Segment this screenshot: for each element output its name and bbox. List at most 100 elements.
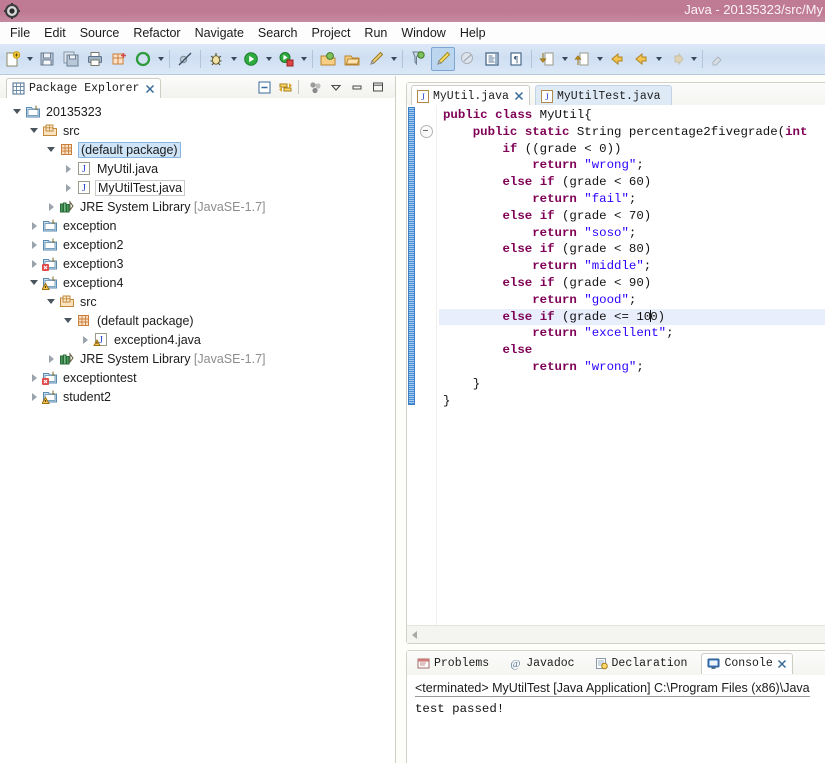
code-line[interactable]: return "soso"; [439,225,825,242]
tab-myutiltest-java[interactable]: J MyUtilTest.java [535,85,672,106]
code-line[interactable]: } [439,376,825,393]
next-annotation-icon[interactable] [536,48,558,70]
last-edit-location-dropdown-icon[interactable] [653,48,664,70]
save-icon[interactable] [36,48,58,70]
tree-item[interactable]: Jexception4.java [0,330,395,349]
twisty-collapsed-icon[interactable] [27,216,41,235]
twisty-collapsed-icon[interactable] [27,368,41,387]
search-icon[interactable] [407,48,429,70]
menu-edit[interactable]: Edit [37,25,73,41]
debug-dropdown-icon[interactable] [228,48,239,70]
tree-item[interactable]: exception3 [0,254,395,273]
run-dropdown-icon[interactable] [263,48,274,70]
new-wizard-dropdown-icon[interactable] [24,48,35,70]
code-line[interactable]: else if (grade < 90) [439,275,825,292]
twisty-collapsed-icon[interactable] [78,330,92,349]
next-annotation-dropdown-icon[interactable] [559,48,570,70]
tab-console[interactable]: Console [701,652,793,674]
editor-folding-gutter[interactable] [416,105,437,626]
twisty-expanded-icon[interactable] [44,140,58,159]
code-line[interactable]: else if (grade < 70) [439,208,825,225]
tree-item[interactable]: 20135323 [0,102,395,121]
menu-file[interactable]: File [3,25,37,41]
tree-item[interactable]: JRE System Library [JavaSE-1.7] [0,349,395,368]
source-code[interactable]: public class MyUtil{ public static Strin… [439,107,825,626]
collapse-all-icon[interactable] [255,78,273,96]
menu-project[interactable]: Project [305,25,358,41]
twisty-expanded-icon[interactable] [27,121,41,140]
tree-item[interactable]: student2 [0,387,395,406]
view-menu-icon[interactable] [327,78,345,96]
tab-javadoc[interactable]: @ Javadoc [503,652,584,674]
menu-source[interactable]: Source [73,25,127,41]
tree-item[interactable]: (default package) [0,140,395,159]
twisty-expanded-icon[interactable] [10,102,24,121]
code-line[interactable]: return "middle"; [439,258,825,275]
menu-refactor[interactable]: Refactor [126,25,187,41]
build-all-icon[interactable] [132,48,154,70]
code-line[interactable]: if ((grade < 0)) [439,141,825,158]
code-line[interactable]: else if (grade < 60) [439,174,825,191]
code-area[interactable]: public class MyUtil{ public static Strin… [407,105,825,626]
forward-dropdown-icon[interactable] [688,48,699,70]
last-edit-location-icon[interactable] [630,48,652,70]
tab-myutil-java[interactable]: J MyUtil.java [411,85,530,106]
menu-navigate[interactable]: Navigate [188,25,251,41]
minimize-icon[interactable] [348,78,366,96]
java-perspective-icon[interactable] [431,47,455,71]
code-line[interactable]: else if (grade < 80) [439,241,825,258]
open-task-icon[interactable] [341,48,363,70]
twisty-expanded-icon[interactable] [61,311,75,330]
new-wizard-icon[interactable] [1,48,23,70]
new-java-package-icon[interactable] [108,48,130,70]
menu-help[interactable]: Help [453,25,493,41]
code-line[interactable]: public static String percentage2fivegrad… [439,124,825,141]
skip-breakpoints-icon[interactable] [174,48,196,70]
save-all-icon[interactable] [60,48,82,70]
tree-item[interactable]: exception4 [0,273,395,292]
pin-editor-icon[interactable] [707,48,729,70]
code-line[interactable]: return "good"; [439,292,825,309]
tree-item[interactable]: exception [0,216,395,235]
twisty-collapsed-icon[interactable] [61,178,75,197]
open-type-icon[interactable] [317,48,339,70]
code-line[interactable]: else [439,342,825,359]
build-all-dropdown-icon[interactable] [155,48,166,70]
code-line[interactable]: return "wrong"; [439,359,825,376]
link-with-editor-icon[interactable] [276,78,294,96]
code-line[interactable]: public class MyUtil{ [439,107,825,124]
tree-item[interactable]: src [0,292,395,311]
forward-icon[interactable] [665,48,687,70]
code-line[interactable]: return "fail"; [439,191,825,208]
menu-search[interactable]: Search [251,25,305,41]
tree-item[interactable]: JRE System Library [JavaSE-1.7] [0,197,395,216]
focus-on-active-task-icon[interactable] [306,78,324,96]
debug-icon[interactable] [205,48,227,70]
print-icon[interactable] [84,48,106,70]
collapse-method-icon[interactable] [420,125,433,138]
menu-run[interactable]: Run [357,25,394,41]
toggle-block-selection-icon[interactable] [481,48,503,70]
new-java-class-icon[interactable] [365,48,387,70]
tree-item[interactable]: src [0,121,395,140]
close-icon[interactable] [777,659,787,669]
twisty-expanded-icon[interactable] [44,292,58,311]
back-icon[interactable] [606,48,628,70]
twisty-collapsed-icon[interactable] [61,159,75,178]
code-line[interactable]: } [439,393,825,410]
twisty-collapsed-icon[interactable] [27,254,41,273]
twisty-collapsed-icon[interactable] [27,235,41,254]
menu-window[interactable]: Window [394,25,452,41]
tree-item[interactable]: J MyUtil.java [0,159,395,178]
tab-problems[interactable]: Problems [411,652,499,674]
tree-item[interactable]: exceptiontest [0,368,395,387]
tab-package-explorer[interactable]: Package Explorer [6,78,162,98]
previous-annotation-dropdown-icon[interactable] [594,48,605,70]
show-whitespace-icon[interactable]: ¶ [505,48,527,70]
close-icon[interactable] [514,91,524,101]
project-tree[interactable]: 20135323 src (default package) J MyUtil.java… [0,98,395,763]
code-line-current[interactable]: else if (grade <= 100) [439,308,825,326]
run-coverage-icon[interactable] [275,48,297,70]
code-line[interactable]: return "excellent"; [439,325,825,342]
new-java-class-dropdown-icon[interactable] [388,48,399,70]
